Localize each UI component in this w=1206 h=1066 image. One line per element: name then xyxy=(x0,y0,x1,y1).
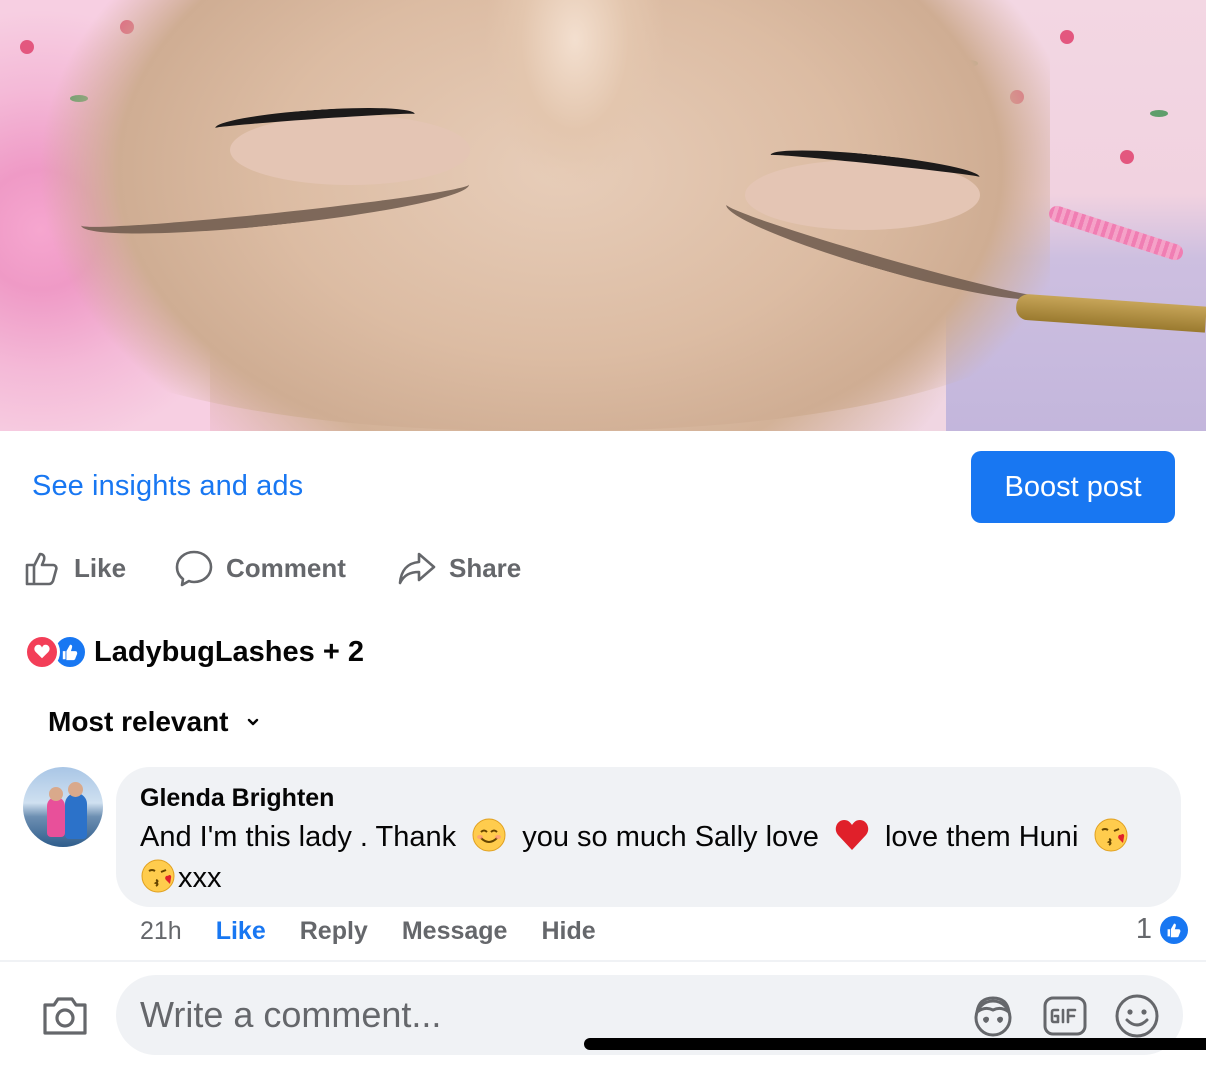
comment-reply-button[interactable]: Reply xyxy=(300,917,368,946)
comment-text-part: And I'm this lady . Thank xyxy=(140,821,457,853)
emoji-icon[interactable] xyxy=(1113,992,1161,1040)
comment-bubble: Glenda Brighten And I'm this lady . Than… xyxy=(116,767,1181,907)
comment-bubble-icon xyxy=(175,550,213,587)
comment-text-part: you so much Sally love xyxy=(522,821,819,853)
comment-like-button[interactable]: Like xyxy=(216,917,266,946)
share-label: Share xyxy=(449,552,522,583)
comment-text: And I'm this lady . Thank you so much Sa… xyxy=(140,817,1165,899)
comment-like-count: 1 xyxy=(1135,913,1152,945)
flower-print xyxy=(1060,30,1074,44)
comment-button[interactable]: Comment xyxy=(174,547,346,589)
reaction-summary-text: LadybugLashes + 2 xyxy=(94,635,364,668)
face-blowing-kiss-icon xyxy=(141,859,175,893)
comment-actions: 21h Like Reply Message Hide xyxy=(140,917,630,946)
red-heart-icon xyxy=(835,820,869,850)
love-reaction-icon xyxy=(24,634,60,670)
gif-icon[interactable] xyxy=(1041,992,1089,1040)
like-button[interactable]: Like xyxy=(22,547,126,589)
chevron-down-icon xyxy=(247,718,258,726)
camera-icon[interactable] xyxy=(41,993,89,1037)
nose xyxy=(470,0,680,200)
post-photo[interactable] xyxy=(0,0,1206,431)
flower-print xyxy=(20,40,34,54)
avatar[interactable] xyxy=(23,767,103,847)
comment-text-part: love them Huni xyxy=(884,821,1079,853)
comment-timestamp[interactable]: 21h xyxy=(140,917,182,946)
like-reaction-icon xyxy=(1158,913,1190,946)
sort-label: Most relevant xyxy=(48,706,229,737)
divider xyxy=(0,960,1206,962)
comment-sort-dropdown[interactable]: Most relevant xyxy=(48,706,261,738)
boost-post-button[interactable]: Boost post xyxy=(971,451,1175,523)
comment-text-part: xxx xyxy=(178,862,222,894)
comment-hide-button[interactable]: Hide xyxy=(541,917,595,946)
comment-message-button[interactable]: Message xyxy=(402,917,508,946)
comment-reaction-count[interactable]: 1 xyxy=(1136,913,1190,946)
leaf-print xyxy=(1150,110,1168,117)
comment-author[interactable]: Glenda Brighten xyxy=(140,784,334,813)
thumbs-up-icon xyxy=(25,552,58,586)
comment-input[interactable] xyxy=(140,989,940,1041)
share-arrow-icon xyxy=(398,552,436,585)
face-blowing-kiss-icon xyxy=(1094,818,1128,852)
home-indicator xyxy=(584,1038,1206,1050)
comment-label: Comment xyxy=(226,552,346,583)
flower-print xyxy=(1120,150,1134,164)
smiling-face-icon xyxy=(472,818,506,852)
like-label: Like xyxy=(74,552,127,583)
reaction-summary[interactable]: LadybugLashes + 2 xyxy=(24,632,364,672)
see-insights-link[interactable]: See insights and ads xyxy=(32,470,303,503)
avatar-sticker-icon[interactable] xyxy=(969,992,1017,1040)
share-button[interactable]: Share xyxy=(397,547,521,589)
